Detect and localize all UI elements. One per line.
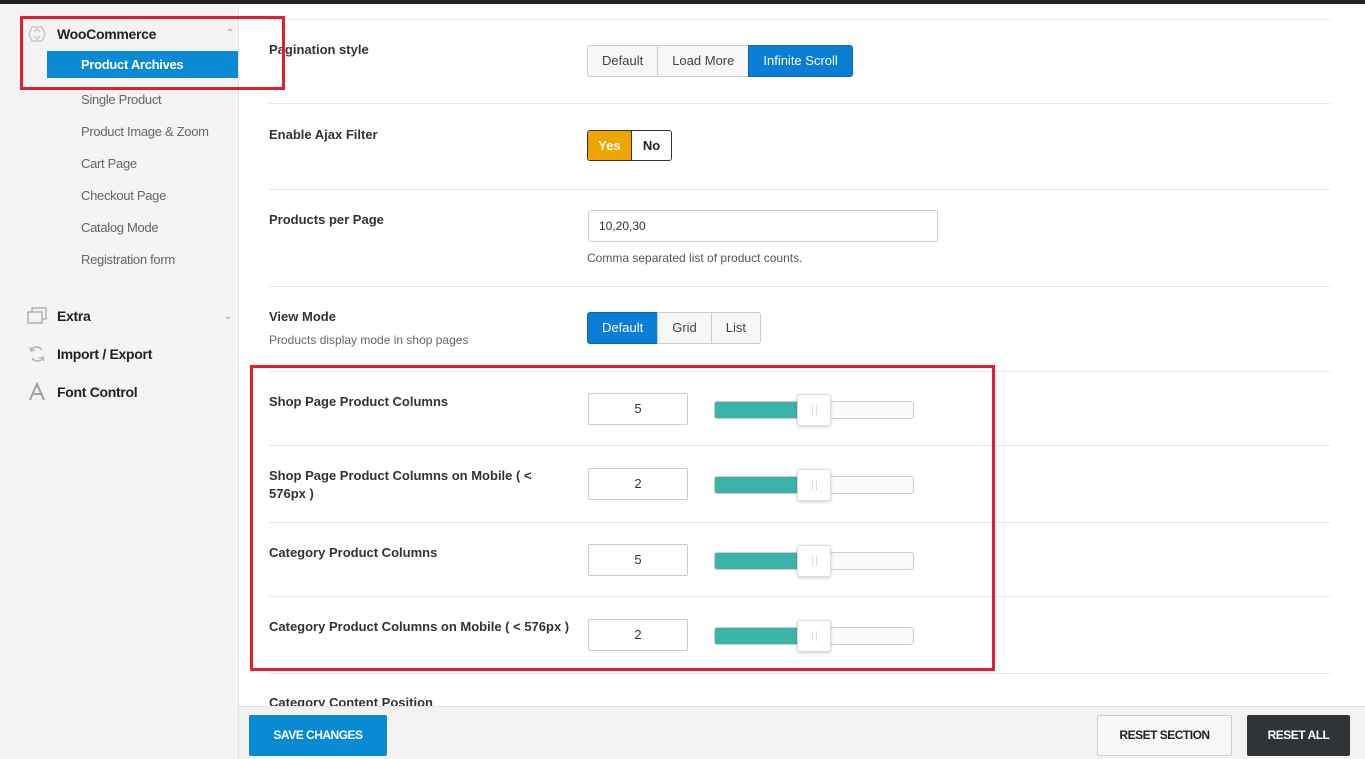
sidebar-section-label: Import / Export	[57, 346, 153, 362]
products-per-page-hint: Comma separated list of product counts.	[587, 251, 803, 265]
divider	[269, 286, 1330, 287]
save-changes-button[interactable]: SAVE CHANGES	[249, 715, 387, 756]
font-icon	[26, 382, 48, 402]
ajax-filter-yes-button[interactable]: Yes	[588, 131, 631, 160]
view-mode-default-button[interactable]: Default	[587, 312, 659, 344]
sidebar-item-cart-page[interactable]: Cart Page	[81, 156, 137, 171]
sidebar-item-checkout-page[interactable]: Checkout Page	[81, 188, 166, 203]
sidebar-section-font-control[interactable]: Font Control	[26, 382, 138, 402]
highlight-box-columns	[250, 365, 995, 671]
pagination-infinite-scroll-button[interactable]: Infinite Scroll	[748, 45, 853, 77]
highlight-box-sidebar	[20, 16, 285, 90]
ajax-filter-no-button[interactable]: No	[631, 131, 671, 160]
divider	[269, 673, 1330, 674]
sidebar-item-product-image-zoom[interactable]: Product Image & Zoom	[81, 124, 209, 139]
sidebar-section-label: Extra	[57, 308, 91, 324]
sidebar-section-extra[interactable]: Extra	[26, 306, 91, 326]
chevron-down-icon[interactable]: ⌄	[224, 311, 232, 322]
ajax-filter-toggle: Yes No	[587, 130, 672, 161]
view-mode-list-button[interactable]: List	[710, 312, 761, 344]
view-mode-grid-button[interactable]: Grid	[657, 312, 712, 344]
layers-icon	[26, 306, 48, 326]
pagination-default-button[interactable]: Default	[587, 45, 659, 77]
ajax-filter-label: Enable Ajax Filter	[269, 127, 378, 142]
view-mode-buttons: Default Grid List	[587, 312, 761, 344]
sidebar-item-catalog-mode[interactable]: Catalog Mode	[81, 220, 159, 235]
sidebar-item-single-product[interactable]: Single Product	[81, 92, 162, 107]
divider	[269, 189, 1330, 190]
pagination-load-more-button[interactable]: Load More	[657, 45, 750, 77]
sidebar-section-import-export[interactable]: Import / Export	[26, 344, 152, 364]
reset-section-button[interactable]: RESET SECTION	[1097, 715, 1232, 756]
divider	[269, 19, 1330, 20]
view-mode-label: View Mode	[269, 309, 336, 324]
products-per-page-input[interactable]: 10,20,30	[588, 210, 938, 242]
products-per-page-label: Products per Page	[269, 212, 384, 227]
scroll-gutter	[1359, 4, 1365, 706]
sidebar-item-registration-form[interactable]: Registration form	[81, 252, 175, 267]
view-mode-description: Products display mode in shop pages	[269, 333, 469, 347]
refresh-icon	[26, 344, 48, 364]
reset-all-button[interactable]: RESET ALL	[1247, 715, 1350, 756]
pagination-style-buttons: Default Load More Infinite Scroll	[587, 45, 853, 77]
sidebar-section-label: Font Control	[57, 384, 138, 400]
divider	[269, 103, 1330, 104]
